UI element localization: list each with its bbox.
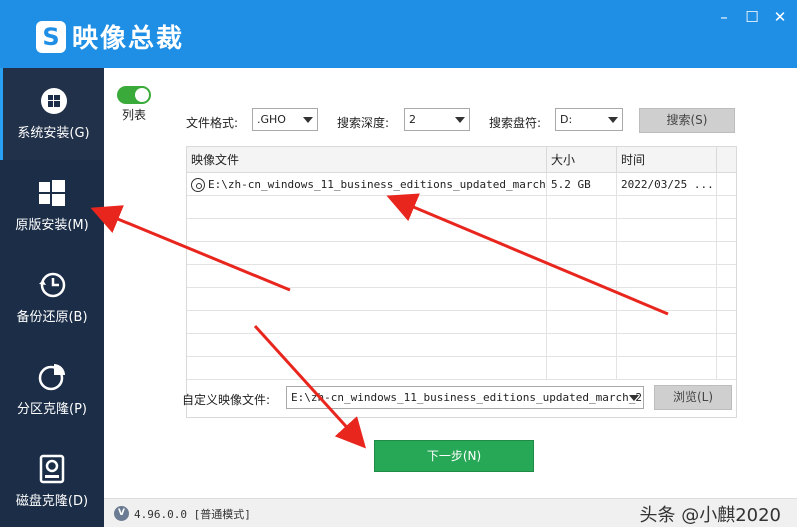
windows-tiles-icon bbox=[37, 178, 67, 208]
version-icon: V bbox=[114, 506, 129, 521]
row-size-cell: 5.2 GB bbox=[547, 173, 617, 196]
minimize-button[interactable]: – bbox=[715, 8, 733, 26]
custom-image-select[interactable]: E:\zh-cn_windows_11_business_editions_up… bbox=[286, 386, 644, 409]
column-header-blank bbox=[717, 147, 736, 173]
clock-backup-icon bbox=[37, 270, 67, 300]
table-row[interactable]: E:\zh-cn_windows_11_business_editions_up… bbox=[187, 173, 736, 196]
file-format-select[interactable]: .GHO bbox=[252, 108, 318, 131]
row-file-cell: E:\zh-cn_windows_11_business_editions_up… bbox=[187, 173, 547, 196]
sidebar-item-label: 分区克隆(P) bbox=[17, 402, 87, 417]
sidebar-item-label: 磁盘克隆(D) bbox=[15, 494, 89, 509]
chevron-down-icon bbox=[608, 117, 618, 123]
search-depth-label: 搜索深度: bbox=[337, 116, 390, 130]
table-row-empty bbox=[187, 219, 736, 242]
disk-clone-icon bbox=[37, 454, 67, 484]
search-drive-label: 搜索盘符: bbox=[489, 116, 542, 130]
search-depth-select[interactable]: 2 bbox=[404, 108, 470, 131]
pie-partition-icon bbox=[37, 362, 67, 392]
sidebar-item-original-install[interactable]: 原版安装(M) bbox=[0, 160, 104, 252]
sidebar-item-partition-clone[interactable]: 分区克隆(P) bbox=[0, 344, 104, 436]
table-row-empty bbox=[187, 265, 736, 288]
row-blank-cell bbox=[717, 173, 736, 196]
sidebar-item-disk-clone[interactable]: 磁盘克隆(D) bbox=[0, 436, 104, 527]
table-row-empty bbox=[187, 357, 736, 380]
disc-icon bbox=[191, 178, 205, 192]
column-header-time[interactable]: 时间 bbox=[617, 147, 717, 173]
column-header-size[interactable]: 大小 bbox=[547, 147, 617, 173]
maximize-button[interactable]: ☐ bbox=[743, 8, 761, 26]
table-row-empty bbox=[187, 288, 736, 311]
title-bar: S 映像总裁 – ☐ ✕ bbox=[0, 0, 797, 68]
status-bar: V 4.96.0.0 [普通模式] 头条 @小麒2020 bbox=[104, 498, 797, 527]
custom-image-value: E:\zh-cn_windows_11_business_editions_up… bbox=[291, 391, 642, 404]
row-file-path: E:\zh-cn_windows_11_business_editions_up… bbox=[208, 178, 547, 191]
image-file-table: 映像文件 大小 时间 E:\zh-cn_windows_11_business_… bbox=[186, 146, 737, 418]
sidebar-item-label: 系统安装(G) bbox=[17, 126, 90, 141]
sidebar-item-backup-restore[interactable]: 备份还原(B) bbox=[0, 252, 104, 344]
search-button[interactable]: 搜索(S) bbox=[639, 108, 735, 133]
column-header-file[interactable]: 映像文件 bbox=[187, 147, 547, 173]
main-panel: 列表 文件格式: .GHO 搜索深度: 2 搜索盘符: D: 搜索(S) 映像文… bbox=[104, 68, 797, 498]
table-row-empty bbox=[187, 196, 736, 219]
sidebar-item-label: 原版安装(M) bbox=[15, 218, 89, 233]
watermark: 头条 @小麒2020 bbox=[639, 505, 781, 526]
window-controls: – ☐ ✕ bbox=[715, 8, 789, 26]
version-text: 4.96.0.0 [普通模式] bbox=[134, 508, 251, 521]
search-depth-value: 2 bbox=[409, 113, 416, 126]
sidebar-item-system-install[interactable]: 系统安装(G) bbox=[0, 68, 104, 160]
search-drive-value: D: bbox=[560, 113, 573, 126]
custom-image-label: 自定义映像文件: bbox=[182, 393, 271, 407]
logo-mark: S bbox=[36, 20, 66, 53]
app-title: 映像总裁 bbox=[72, 24, 185, 54]
table-row-empty bbox=[187, 242, 736, 265]
file-format-value: .GHO bbox=[257, 113, 286, 126]
sidebar: 系统安装(G) 原版安装(M) 备份还原(B) 分区克隆(P) 磁盘克隆(D) bbox=[0, 68, 104, 527]
windows-logo-icon bbox=[39, 86, 69, 116]
next-step-button[interactable]: 下一步(N) bbox=[374, 440, 534, 472]
chevron-down-icon bbox=[629, 395, 639, 401]
table-row-empty bbox=[187, 334, 736, 357]
table-header: 映像文件 大小 时间 bbox=[187, 147, 736, 173]
table-row-empty bbox=[187, 311, 736, 334]
row-time-cell: 2022/03/25 ... bbox=[617, 173, 717, 196]
search-drive-select[interactable]: D: bbox=[555, 108, 623, 131]
list-view-toggle[interactable] bbox=[117, 86, 151, 104]
chevron-down-icon bbox=[455, 117, 465, 123]
browse-button[interactable]: 浏览(L) bbox=[654, 385, 732, 410]
list-toggle-label: 列表 bbox=[122, 108, 147, 122]
app-logo: S 映像总裁 bbox=[36, 18, 184, 55]
file-format-label: 文件格式: bbox=[186, 116, 239, 130]
close-button[interactable]: ✕ bbox=[771, 8, 789, 26]
sidebar-item-label: 备份还原(B) bbox=[16, 310, 88, 325]
chevron-down-icon bbox=[303, 117, 313, 123]
